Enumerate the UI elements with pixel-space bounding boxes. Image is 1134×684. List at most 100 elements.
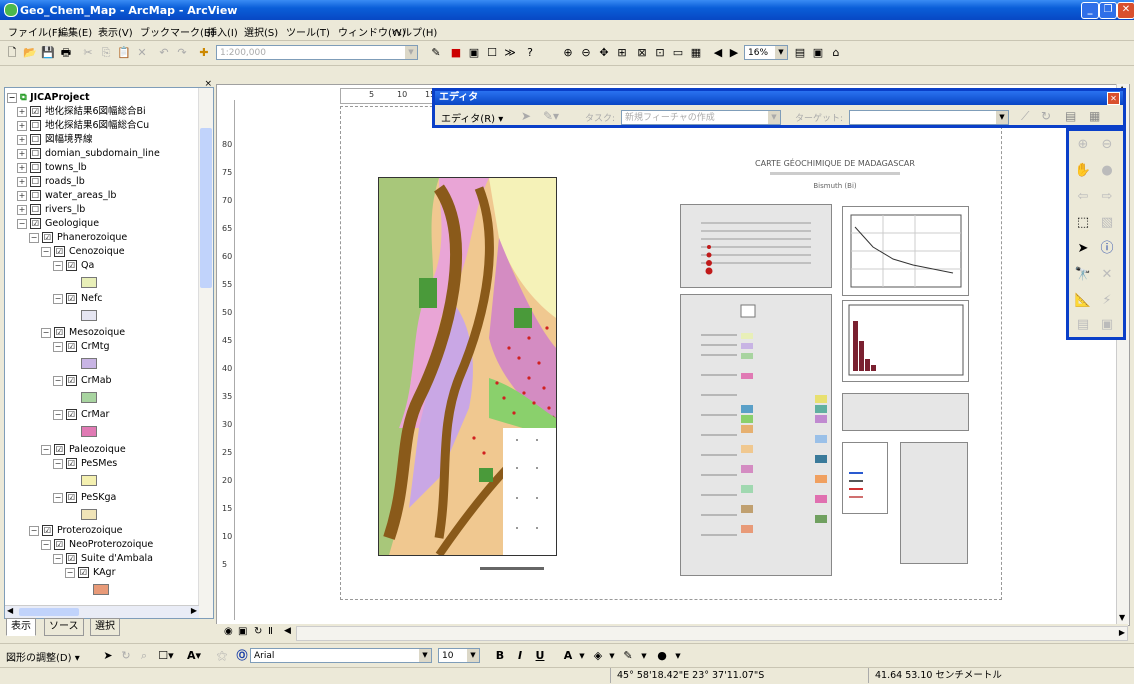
toc-project[interactable]: − ⧉ JICAProject (7, 91, 90, 105)
go-forward-icon[interactable]: ▶ (726, 45, 742, 61)
layer-checkbox[interactable]: ☑ (42, 232, 53, 243)
toc-layer[interactable]: − ☑ NeoProterozoique (41, 538, 153, 552)
go-back-icon[interactable]: ◀ (710, 45, 726, 61)
collapse-icon[interactable]: − (41, 444, 51, 455)
python-icon[interactable]: ≫ (502, 45, 518, 61)
layer-checkbox[interactable]: ☑ (30, 218, 41, 229)
rotate-tool-icon[interactable]: ↻ (1041, 109, 1051, 123)
catalog-icon[interactable]: ▣ (466, 45, 482, 61)
chevron-down-icon[interactable]: ▼ (636, 648, 652, 664)
collapse-icon[interactable]: − (53, 260, 63, 271)
paste-icon[interactable]: 📋 (116, 45, 132, 61)
pan-hand-icon[interactable]: ✋ (1073, 161, 1093, 181)
collapse-icon[interactable]: − (53, 458, 63, 469)
toc-layer[interactable]: − ☑ Qa (53, 259, 94, 273)
scroll-right-icon[interactable]: ▶ (1119, 628, 1125, 637)
menu-bookmark[interactable]: ブックマーク(B) (140, 24, 215, 39)
collapse-icon[interactable]: − (29, 232, 39, 243)
underline-button[interactable]: U (532, 648, 548, 664)
collapse-icon[interactable]: − (29, 525, 39, 536)
menu-insert[interactable]: 挿入(I) (207, 24, 238, 39)
edit-vertices-icon[interactable]: ⚝ (214, 648, 230, 664)
statistics-table[interactable] (680, 204, 832, 288)
scroll-down-icon[interactable]: ▼ (1119, 613, 1125, 622)
target-combo[interactable]: ▼ (849, 110, 1009, 125)
scroll-left-icon[interactable]: ◀ (7, 606, 13, 615)
html-popup-icon[interactable]: ▤ (1073, 315, 1093, 335)
scrollbar-thumb[interactable] (19, 608, 79, 616)
layer-checkbox[interactable]: ☑ (54, 444, 65, 455)
map-title[interactable]: CARTE GÉOCHIMIQUE DE MADAGASCAR (720, 159, 950, 168)
scrollbar-thumb[interactable] (200, 128, 212, 288)
measure-icon[interactable]: 📐 (1073, 291, 1093, 311)
toc-layer[interactable]: − ☑ Mesozoique (41, 326, 125, 340)
toc-layer[interactable]: − ☑ KAgr (65, 566, 116, 580)
layer-checkbox[interactable]: ☐ (30, 190, 41, 201)
cumulative-plot[interactable] (842, 206, 969, 296)
layer-checkbox[interactable]: ☐ (30, 134, 41, 145)
delete-icon[interactable]: ✕ (134, 45, 150, 61)
layer-checkbox[interactable]: ☑ (66, 409, 77, 420)
toc-layer[interactable]: + ☐ water_areas_lb (17, 189, 116, 203)
scroll-right-icon[interactable]: ▶ (191, 606, 197, 615)
map-scale-combo[interactable]: 1:200,000 ▼ (216, 45, 418, 60)
layer-checkbox[interactable]: ☐ (30, 176, 41, 187)
collapse-icon[interactable]: − (53, 553, 63, 564)
zoom-out-icon[interactable]: ⊖ (578, 45, 594, 61)
menu-tools[interactable]: ツール(T) (286, 24, 330, 39)
print-icon[interactable]: 🖶 (58, 45, 74, 61)
toc-layer[interactable]: − ☑ Suite d'Ambala (53, 552, 153, 566)
collapse-icon[interactable]: − (41, 539, 51, 550)
tab-source[interactable]: ソース (44, 618, 84, 636)
select-elements-icon[interactable]: ➤ (100, 648, 116, 664)
line-color-icon[interactable]: ✎ (620, 648, 636, 664)
go-to-xy-icon[interactable]: ✕ (1097, 265, 1117, 285)
toc-layer[interactable]: + ☐ roads_lb (17, 175, 85, 189)
toc-layer[interactable]: − ☑ CrMtg (53, 340, 110, 354)
expand-icon[interactable]: + (17, 106, 27, 117)
expand-icon[interactable]: + (17, 120, 27, 131)
task-combo[interactable]: 新規フィーチャの作成 ▼ (621, 110, 781, 125)
select-elements-icon[interactable]: ➤ (1073, 239, 1093, 259)
map-references[interactable] (900, 442, 968, 564)
toc-layer[interactable]: − ☑ PeSKga (53, 491, 116, 505)
zoom-percent-combo[interactable]: 16% ▼ (744, 45, 788, 60)
pause-icon[interactable]: Ⅱ (268, 626, 273, 637)
editor-menu-button[interactable]: エディタ(R) ▾ (441, 110, 503, 125)
zoom-in-icon[interactable]: ⊕ (1073, 135, 1093, 155)
collapse-icon[interactable]: − (53, 492, 63, 503)
layout-view-icon[interactable]: ▣ (238, 626, 247, 637)
symbol-key[interactable] (842, 442, 888, 514)
maximize-button[interactable]: ❐ (1099, 2, 1117, 19)
redo-icon[interactable]: ↷ (174, 45, 190, 61)
back-extent-icon[interactable]: ⇦ (1073, 187, 1093, 207)
menu-help[interactable]: ヘルプ(H) (392, 24, 437, 39)
font-size-combo[interactable]: 10 ▼ (438, 648, 480, 663)
collapse-icon[interactable]: − (65, 567, 75, 578)
collapse-icon[interactable]: − (53, 341, 63, 352)
zoom-whole-page-icon[interactable]: ▦ (688, 45, 704, 61)
layer-checkbox[interactable]: ☑ (66, 492, 77, 503)
undo-icon[interactable]: ↶ (156, 45, 172, 61)
expand-icon[interactable]: + (17, 148, 27, 159)
layer-checkbox[interactable]: ☑ (66, 260, 77, 271)
menu-edit[interactable]: 編集(E) (58, 24, 92, 39)
layout-horizontal-scrollbar[interactable]: ▶ (296, 626, 1128, 641)
layer-checkbox[interactable]: ☑ (54, 246, 65, 257)
toc-layer[interactable]: − ☑ CrMab (53, 374, 112, 388)
zoom-to-selected-icon[interactable]: ⌕ (136, 648, 152, 664)
layer-checkbox[interactable]: ☑ (78, 567, 89, 578)
toc-layer[interactable]: + ☐ 地化探結果6図幅総合Cu (17, 119, 149, 133)
close-icon[interactable]: ✕ (1107, 92, 1120, 105)
geology-map-frame[interactable] (378, 177, 557, 556)
chevron-down-icon[interactable]: ▼ (574, 648, 590, 664)
fixed-zoom-out-icon[interactable]: ⊡ (652, 45, 668, 61)
layer-checkbox[interactable]: ☑ (66, 553, 77, 564)
pan-icon[interactable]: ✥ (596, 45, 612, 61)
whats-this-icon[interactable]: ? (522, 45, 538, 61)
hyperlink-icon[interactable]: ⚡ (1097, 291, 1117, 311)
rotate-icon[interactable]: ↻ (118, 648, 134, 664)
layer-checkbox[interactable]: ☑ (54, 539, 65, 550)
scroll-left-icon[interactable]: ◀ (284, 626, 291, 636)
editor-toolbar-icon[interactable]: ✎ (428, 45, 444, 61)
